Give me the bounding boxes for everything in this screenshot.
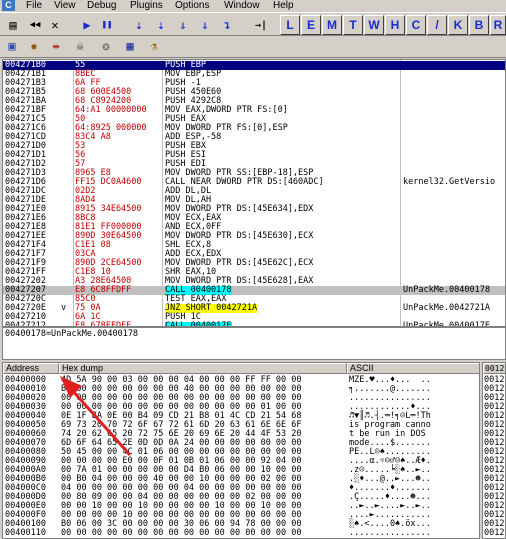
menu-window[interactable]: Window — [224, 0, 260, 12]
menu-help[interactable]: Help — [273, 0, 294, 12]
handles-button[interactable]: H — [385, 15, 405, 35]
windows-button[interactable]: W — [364, 15, 384, 35]
disasm-comment: kernel32.GetVersio — [403, 177, 496, 187]
step-over-icon[interactable]: ⇣ — [152, 16, 170, 34]
disassembly-pane[interactable]: 004271B0 55 PUSH EBP 004271B1 8BEC MOV EBP,ES… — [2, 59, 506, 327]
menu-bar: C File View Debug Plugins Options Window… — [0, 0, 506, 12]
plugin5-icon[interactable]: ▦ — [122, 38, 138, 54]
disasm-comment: UnPackMe.0042721A — [403, 303, 490, 313]
ascii-column-header[interactable]: ASCII — [347, 363, 479, 374]
plugin6-icon[interactable]: ⚗ — [146, 38, 162, 54]
patches-button[interactable]: / — [427, 15, 447, 35]
app-icon[interactable]: C — [2, 0, 15, 11]
hex-column-header[interactable]: Hex dump — [59, 363, 347, 374]
plugin3-icon[interactable]: ☠ — [72, 38, 88, 54]
menu-debug[interactable]: Debug — [87, 0, 116, 12]
dump-hex: 00 00 00 00 00 00 00 00 00 00 00 00 00 0… — [61, 528, 302, 538]
step-into-icon[interactable]: ⇣ — [130, 16, 148, 34]
plugin2-icon[interactable]: ⇹ — [48, 38, 64, 54]
executable-modules-button[interactable]: E — [301, 15, 321, 35]
dump-address: 00400110 — [5, 528, 46, 538]
cpu-button[interactable]: C — [406, 15, 426, 35]
dump-ascii: ................ — [349, 528, 431, 538]
hex-dump-pane[interactable]: Address Hex dump ASCII 00400000 4D 5A 90 … — [2, 362, 480, 539]
menu-file[interactable]: File — [26, 0, 42, 12]
info-pane: 00400178=UnPackMe.00400178 — [2, 327, 506, 360]
run-icon[interactable]: ▶ — [78, 16, 96, 34]
menu-plugins[interactable]: Plugins — [130, 0, 163, 12]
memory-map-button[interactable]: M — [322, 15, 342, 35]
breakpoints-button[interactable]: B — [469, 15, 489, 35]
copy-icon[interactable]: ▣ — [4, 38, 20, 54]
disasm-comment: UnPackMe.00400178 — [403, 285, 490, 295]
pause-icon[interactable]: ❚❚ — [98, 16, 116, 34]
trace-into-icon[interactable]: ⇓ — [174, 16, 192, 34]
address-column-header[interactable]: Address — [3, 363, 59, 374]
references-button[interactable]: R — [490, 15, 506, 35]
open-folder-icon[interactable]: ▤ — [4, 16, 22, 34]
plugin4-icon[interactable]: ❂ — [98, 38, 114, 54]
menu-view[interactable]: View — [54, 0, 76, 12]
call-stack-button[interactable]: K — [448, 15, 468, 35]
stack-pane[interactable]: 0012 0012 0012 0012 0012 0012 0012 0012 0012 001… — [482, 362, 506, 539]
execute-till-return-icon[interactable]: ↴ — [218, 16, 236, 34]
threads-button[interactable]: T — [343, 15, 363, 35]
info-text: 00400178=UnPackMe.00400178 — [5, 329, 139, 339]
disasm-hex: 64:A1 00000000 — [75, 105, 147, 115]
jump-marker: v — [61, 303, 67, 313]
plugin1-icon[interactable]: ✹ — [26, 38, 42, 54]
go-to-icon[interactable]: →| — [252, 16, 270, 34]
stack-header: 0012 — [483, 363, 505, 374]
debug-toolbar: ▤ ◀◀ ✕ ▶ ❚❚ ⇣ ⇣ ⇓ ⇓ ↴ →| L E M T W H C /… — [0, 12, 506, 36]
menu-options[interactable]: Options — [175, 0, 209, 12]
dump-row[interactable]: 00400110 00 00 00 00 00 00 00 00 00 00 00… — [3, 528, 479, 538]
close-icon[interactable]: ✕ — [46, 16, 64, 34]
rewind-icon[interactable]: ◀◀ — [26, 16, 44, 34]
trace-over-icon[interactable]: ⇓ — [196, 16, 214, 34]
stack-row: 0012 — [484, 528, 505, 538]
plugin-toolbar: ▣ ✹ ⇹ ☠ ❂ ▦ ⚗ — [0, 36, 506, 58]
log-window-button[interactable]: L — [280, 15, 300, 35]
